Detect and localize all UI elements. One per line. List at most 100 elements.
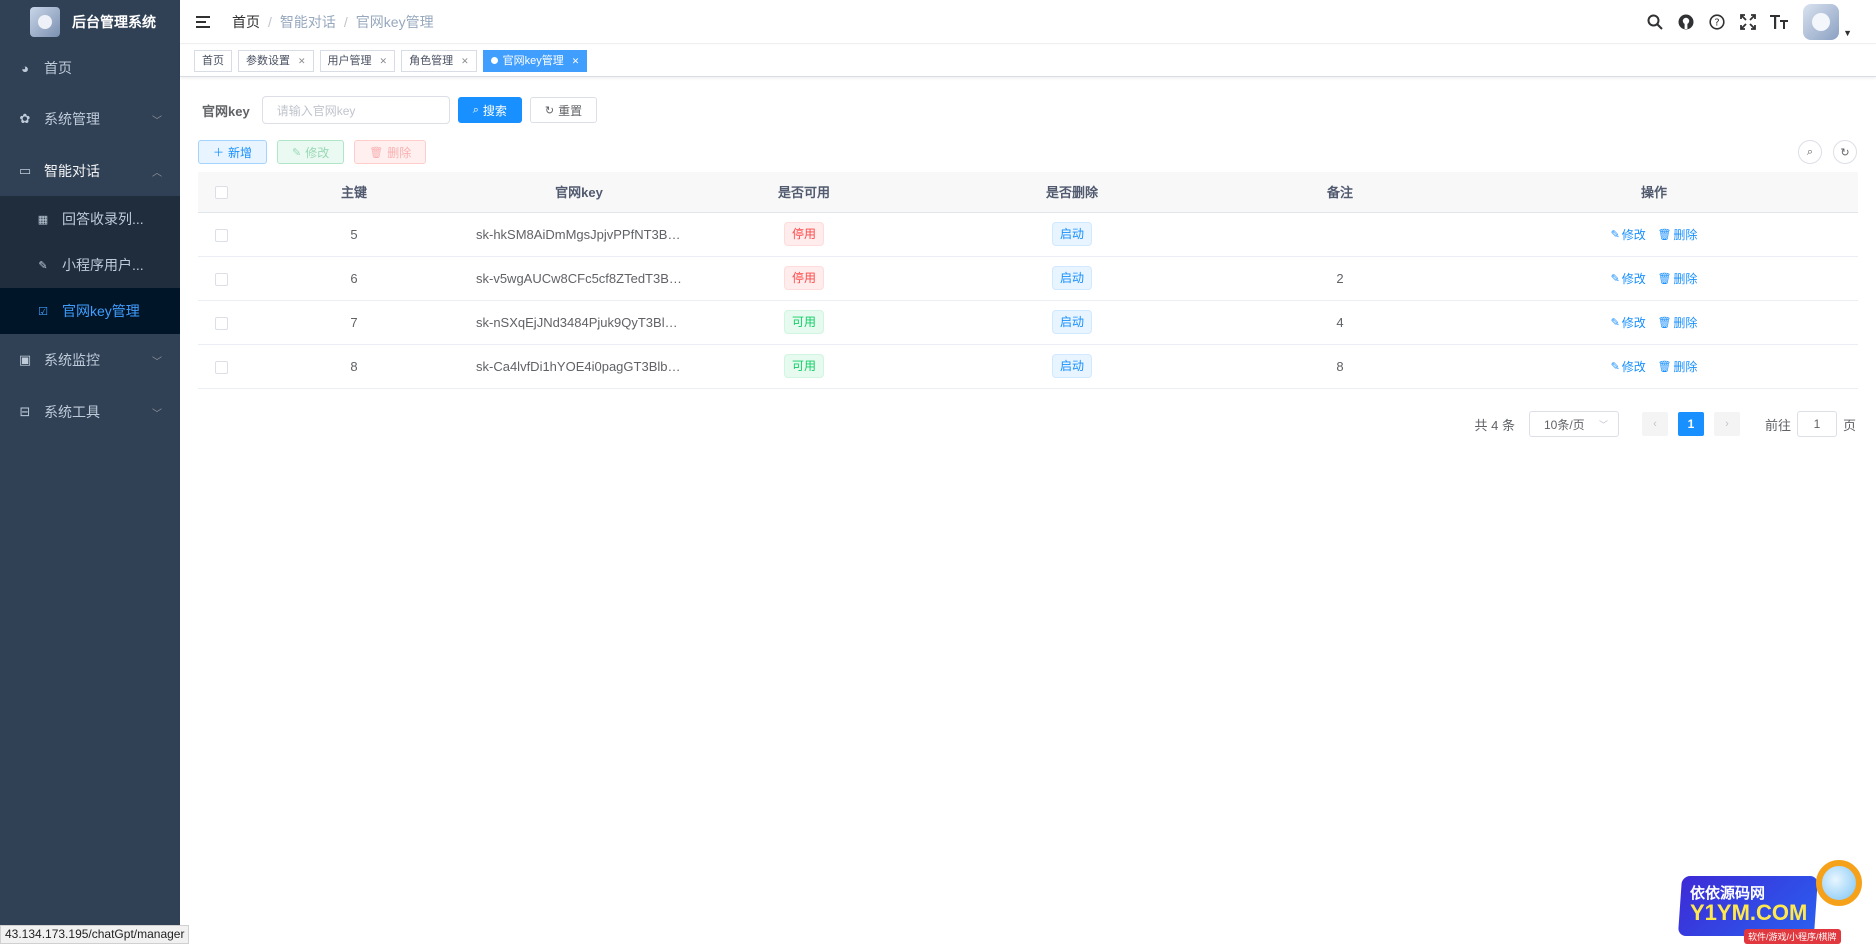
sidebar-item-system-management[interactable]: ✿ 系统管理 ﹀ — [0, 92, 180, 146]
edit-icon: ✎ — [1610, 316, 1620, 329]
chevron-down-icon: ﹀ — [152, 115, 162, 127]
delete-button[interactable]: 🗑 删除 — [354, 140, 427, 164]
cell-remark: 8 — [1230, 344, 1450, 389]
column-header: 备注 — [1230, 172, 1450, 213]
reset-button-label: 重置 — [558, 103, 583, 118]
row-delete-link[interactable]: 🗑 删除 — [1657, 226, 1697, 243]
search-input[interactable]: 请输入官网key — [261, 96, 450, 124]
reset-button[interactable]: ↻ 重置 — [529, 97, 598, 123]
deleted-badge: 启动 — [1051, 222, 1092, 246]
cell-id: 8 — [244, 344, 464, 389]
submenu-smart-chat: ▦ 回答收录列... ✎ 小程序用户... ☑ 官网key管理 — [0, 196, 180, 334]
refresh-icon[interactable]: ↻ — [1833, 140, 1857, 164]
dashboard-icon: ◕ — [21, 60, 29, 76]
search-button[interactable]: ⌕ 搜索 — [457, 97, 522, 123]
main-content: 官网key 请输入官网key ⌕ 搜索 ↻ 重置 ＋ 新增 ✎ 修改 🗑 删除 … — [180, 78, 1876, 944]
cell-key: sk-hkSM8AiDmMgsJpjvPPfNT3BlbkFJhE... — [476, 226, 694, 242]
cell-key: sk-nSXqEjJNd3484Pjuk9QyT3BlbkFJ8U... — [476, 314, 694, 330]
status-bar-url: 43.134.173.195/chatGpt/manager — [0, 925, 190, 944]
row-checkbox[interactable] — [214, 228, 228, 242]
logo[interactable]: 后台管理系统 — [0, 0, 180, 44]
column-header: 是否可用 — [694, 172, 914, 213]
prev-page-button[interactable]: ‹ — [1641, 412, 1668, 436]
page-size-select[interactable]: 10条/页 ﹀ — [1528, 411, 1619, 437]
search-label: 官网key — [202, 103, 250, 119]
sidebar-item-key-management[interactable]: ☑ 官网key管理 — [0, 288, 180, 334]
key-table: 主键 官网key 是否可用 是否删除 备注 操作 5 sk-hkSM8AiDmM… — [198, 172, 1858, 389]
row-checkbox[interactable] — [214, 272, 228, 286]
page-jump-input[interactable]: 1 — [1796, 411, 1837, 437]
github-icon[interactable] — [1676, 12, 1696, 32]
toolbox-icon: ⊟ — [19, 404, 31, 419]
caret-down-icon[interactable]: ▼ — [1843, 28, 1852, 38]
row-delete-link[interactable]: 🗑 删除 — [1657, 358, 1697, 375]
tag-roles[interactable]: 角色管理 ✕ — [401, 49, 477, 72]
table-header: 主键 官网key 是否可用 是否删除 备注 操作 — [198, 172, 1858, 213]
sidebar-item-smart-chat[interactable]: ▭ 智能对话 ︿ — [0, 146, 180, 196]
sidebar-item-home[interactable]: ◕ 首页 — [0, 44, 180, 92]
row-edit-link[interactable]: ✎ 修改 — [1611, 314, 1646, 331]
page-size-value: 10条/页 — [1543, 417, 1585, 432]
tag-label: 角色管理 — [409, 54, 454, 67]
next-page-button[interactable]: › — [1713, 412, 1740, 436]
tag-key-management[interactable]: 官网key管理 ✕ — [482, 49, 588, 72]
status-badge: 可用 — [783, 310, 824, 334]
breadcrumb-item-home[interactable]: 首页 — [232, 12, 260, 32]
sidebar-item-system-tools[interactable]: ⊟ 系统工具 ﹀ — [0, 386, 180, 438]
chevron-down-icon: ﹀ — [152, 408, 162, 420]
edit-button[interactable]: ✎ 修改 — [277, 140, 345, 164]
edit-icon: ✎ — [1610, 272, 1620, 285]
close-icon[interactable]: ✕ — [461, 51, 469, 71]
edit-icon: ✎ — [38, 259, 48, 272]
magnifier-icon — [1816, 860, 1862, 906]
font-size-icon[interactable] — [1769, 12, 1789, 32]
search-button-label: 搜索 — [482, 103, 507, 118]
search-icon[interactable] — [1645, 12, 1665, 32]
tags-view: 首页 参数设置 ✕ 用户管理 ✕ 角色管理 ✕ 官网key管理 ✕ — [180, 45, 1876, 77]
status-badge: 停用 — [783, 266, 824, 290]
gear-icon: ✿ — [19, 111, 31, 126]
sidebar-item-label: 系统工具 — [44, 404, 100, 420]
tag-users[interactable]: 用户管理 ✕ — [319, 49, 396, 72]
page-number-button[interactable]: 1 — [1677, 412, 1704, 436]
plus-icon: ＋ — [213, 147, 224, 159]
deleted-badge: 启动 — [1051, 310, 1092, 334]
sidebar-item-miniprogram-users[interactable]: ✎ 小程序用户... — [0, 242, 180, 288]
select-all-cell — [198, 172, 244, 213]
navbar-right: ? ▼ — [1634, 0, 1852, 44]
fullscreen-icon[interactable] — [1738, 12, 1758, 32]
row-delete-link[interactable]: 🗑 删除 — [1657, 270, 1697, 287]
toggle-search-icon[interactable]: ⌕ — [1798, 140, 1822, 164]
tag-home[interactable]: 首页 — [194, 49, 232, 72]
page-jump-prefix: 前往 — [1764, 417, 1791, 433]
row-edit-link[interactable]: ✎ 修改 — [1611, 226, 1646, 243]
row-edit-link[interactable]: ✎ 修改 — [1611, 358, 1646, 375]
avatar[interactable] — [1803, 4, 1840, 40]
sidebar-item-label: 智能对话 — [44, 163, 100, 179]
close-icon[interactable]: ✕ — [380, 51, 388, 71]
row-checkbox[interactable] — [214, 360, 228, 374]
row-edit-label: 修改 — [1621, 227, 1646, 242]
row-checkbox[interactable] — [214, 316, 228, 330]
sidebar-item-label: 首页 — [44, 60, 72, 76]
row-delete-link[interactable]: 🗑 删除 — [1657, 314, 1697, 331]
breadcrumb: 首页 / 智能对话 / 官网key管理 — [232, 12, 434, 32]
navbar: 首页 / 智能对话 / 官网key管理 ? ▼ — [180, 0, 1876, 44]
select-all-checkbox[interactable] — [214, 186, 228, 200]
logo-image — [30, 7, 60, 37]
add-button-label: 新增 — [228, 145, 253, 160]
edit-icon: ✎ — [292, 146, 302, 159]
tag-params[interactable]: 参数设置 ✕ — [238, 49, 314, 72]
cell-key: sk-Ca4lvfDi1hYOE4i0pagGT3BlbkFJ6dv3... — [476, 358, 694, 374]
close-icon[interactable]: ✕ — [572, 51, 580, 71]
add-button[interactable]: ＋ 新增 — [198, 140, 268, 164]
search-icon: ⌕ — [472, 103, 479, 116]
close-icon[interactable]: ✕ — [298, 51, 306, 71]
breadcrumb-separator: / — [268, 13, 272, 30]
sidebar-item-answer-list[interactable]: ▦ 回答收录列... — [0, 196, 180, 242]
hamburger-icon[interactable] — [196, 15, 212, 29]
help-icon[interactable]: ? — [1707, 12, 1727, 32]
sidebar-item-system-monitor[interactable]: ▣ 系统监控 ﹀ — [0, 334, 180, 386]
row-edit-link[interactable]: ✎ 修改 — [1611, 270, 1646, 287]
column-header: 主键 — [244, 172, 464, 213]
